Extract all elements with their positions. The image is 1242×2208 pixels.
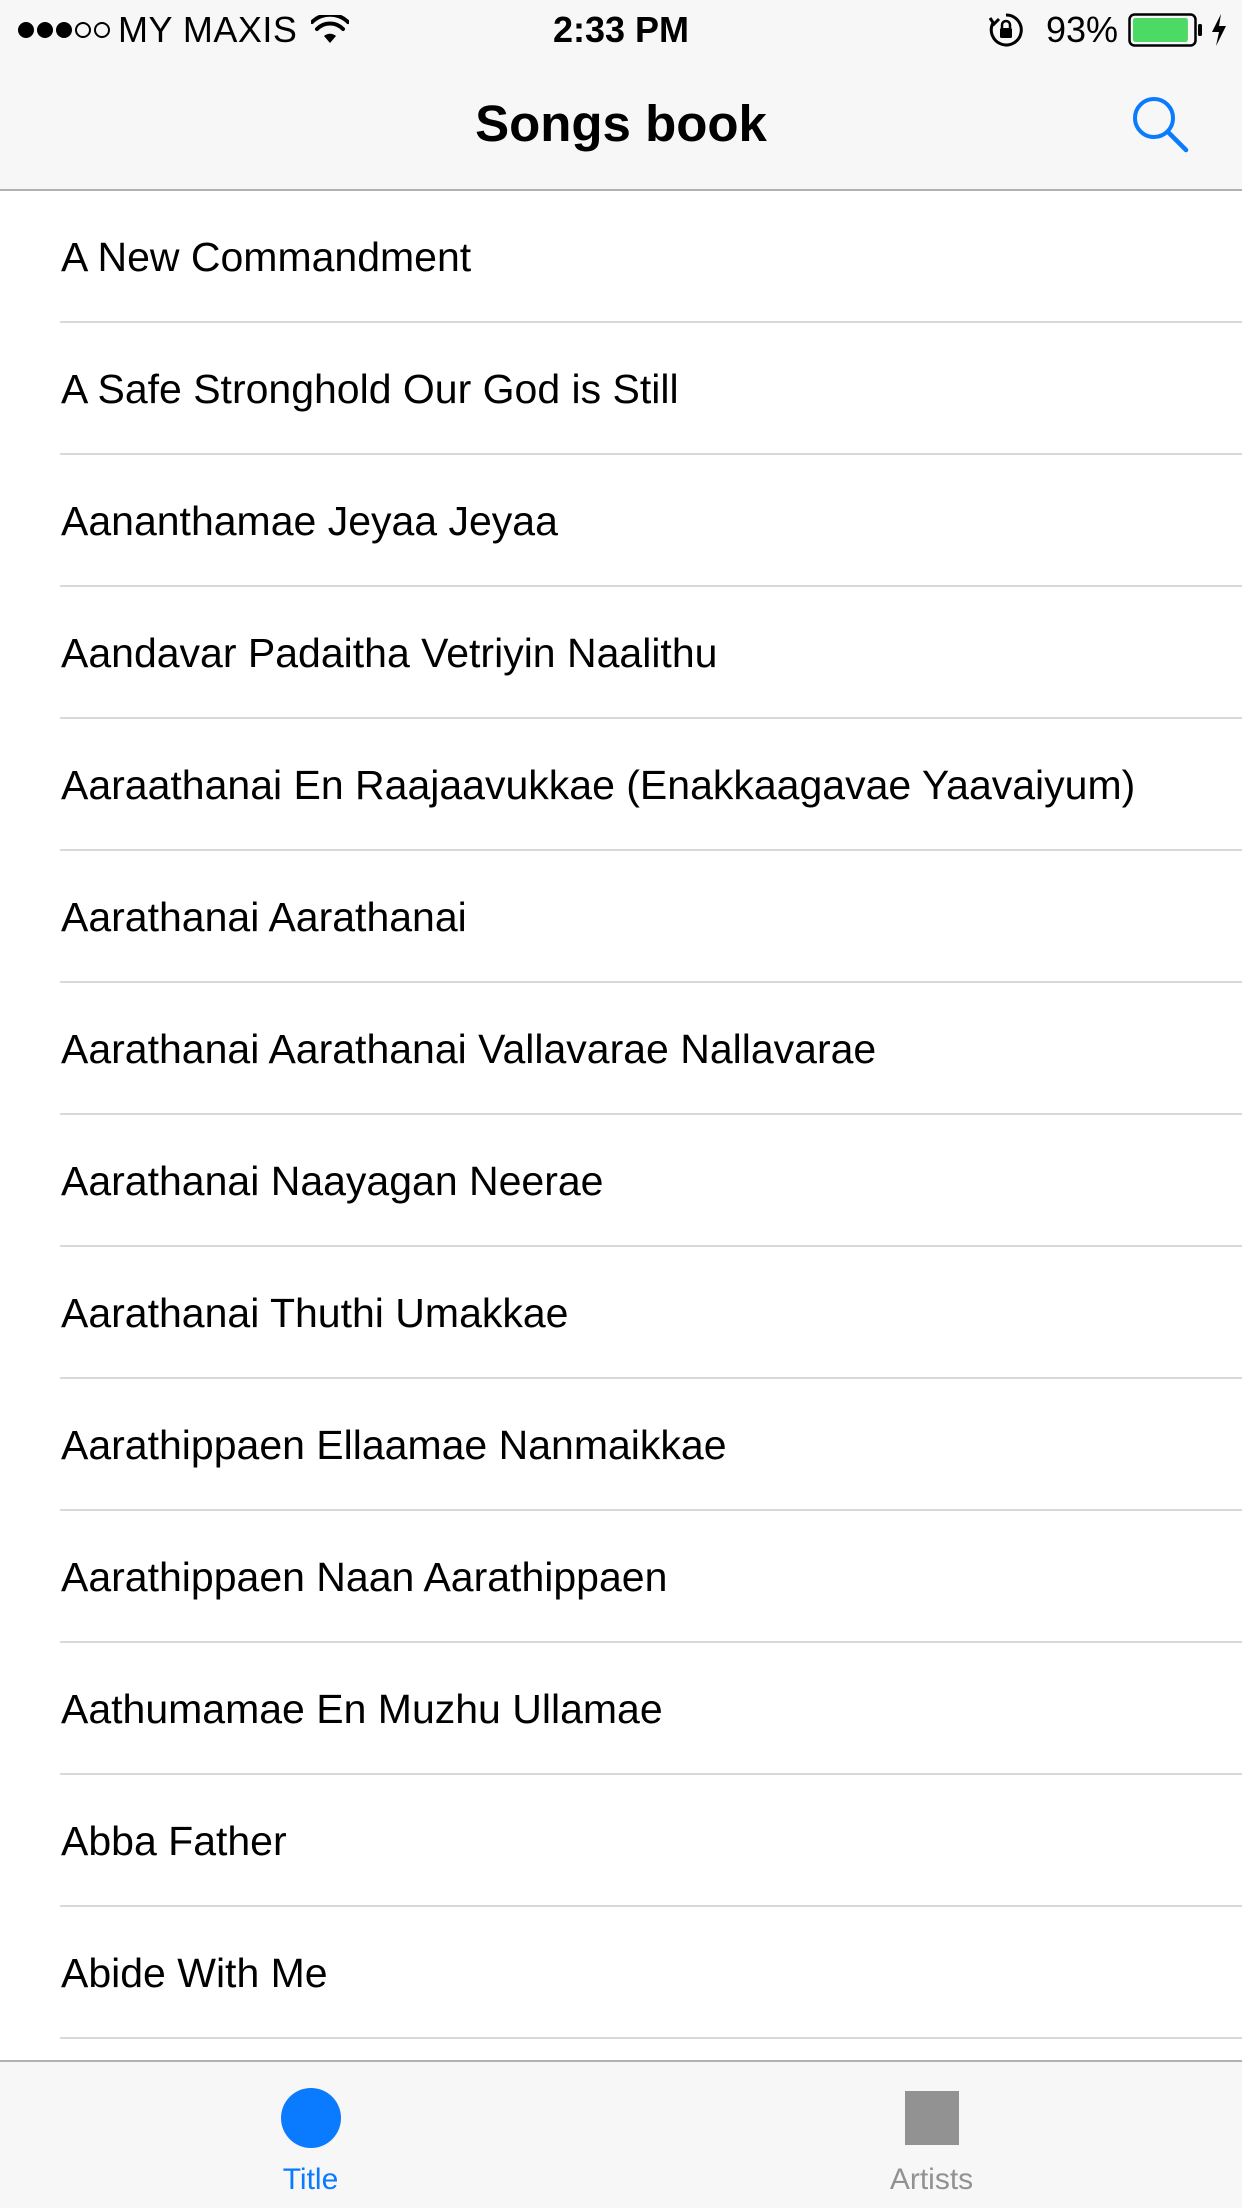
song-list-item[interactable]: Aarathanai Naayagan Neerae	[0, 1115, 1242, 1247]
song-title: Abba Father	[61, 1818, 287, 1864]
battery-icon	[1128, 13, 1202, 47]
tab-title[interactable]: Title	[0, 2062, 621, 2208]
page-title: Songs book	[475, 95, 767, 152]
navigation-bar: Songs book	[0, 60, 1242, 191]
song-list-item[interactable]: Aarathanai Thuthi Umakkae	[0, 1247, 1242, 1379]
song-title: Aarathippaen Ellaamae Nanmaikkae	[61, 1422, 727, 1468]
song-title: Aarathanai Aarathanai	[61, 894, 467, 940]
song-title: Abide With Me	[61, 1950, 328, 1996]
status-bar: MY MAXIS 2:33 PM 93%	[0, 0, 1242, 60]
square-icon	[904, 2091, 959, 2145]
status-right: 93%	[988, 8, 1228, 52]
search-icon	[1133, 97, 1189, 153]
battery-percent: 93%	[1045, 9, 1118, 50]
song-title: Aarathanai Thuthi Umakkae	[61, 1290, 569, 1336]
song-list-item[interactable]: Aarathanai Aarathanai Vallavarae Nallava…	[0, 983, 1242, 1115]
song-list-item[interactable]: Abba Father	[0, 1775, 1242, 1907]
charging-bolt-icon	[1212, 14, 1226, 46]
song-list-item[interactable]: A Safe Stronghold Our God is Still	[0, 323, 1242, 455]
song-list-item[interactable]: A New Commandment	[0, 191, 1242, 323]
song-list-item[interactable]: Aarathippaen Ellaamae Nanmaikkae	[0, 1379, 1242, 1511]
song-list-item[interactable]: Aandavar Padaitha Vetriyin Naalithu	[0, 587, 1242, 719]
song-title: Aarathanai Aarathanai Vallavarae Nallava…	[61, 1026, 877, 1072]
song-list-item[interactable]: Abide With Me	[0, 1907, 1242, 2039]
song-list-item[interactable]: Aarathanai Aarathanai	[0, 851, 1242, 983]
circle-icon	[280, 2088, 341, 2148]
tab-artists[interactable]: Artists	[621, 2062, 1242, 2208]
tab-bar: Title Artists	[0, 2060, 1242, 2208]
song-title: Aarathippaen Naan Aarathippaen	[61, 1554, 668, 1600]
tab-artists-icon-wrap	[902, 2088, 962, 2148]
tab-title-label: Title	[282, 2163, 339, 2196]
song-list-item[interactable]: Aaraathanai En Raajaavukkae (Enakkaagava…	[0, 719, 1242, 851]
song-title: A Safe Stronghold Our God is Still	[61, 366, 679, 412]
song-title: Aaraathanai En Raajaavukkae (Enakkaagava…	[61, 762, 1136, 808]
song-title: Aandavar Padaitha Vetriyin Naalithu	[61, 630, 718, 676]
song-title: Aananthamae Jeyaa Jeyaa	[61, 498, 558, 544]
song-title: Aathumamae En Muzhu Ullamae	[61, 1686, 663, 1732]
song-list-item[interactable]: Aathumamae En Muzhu Ullamae	[0, 1643, 1242, 1775]
song-title: A New Commandment	[61, 234, 472, 280]
song-list-item[interactable]: Aarathippaen Naan Aarathippaen	[0, 1511, 1242, 1643]
song-list: A New Commandment A Safe Stronghold Our G…	[0, 191, 1242, 2039]
tab-title-icon-wrap	[280, 2088, 341, 2148]
search-button[interactable]	[1128, 92, 1192, 156]
tab-artists-label: Artists	[889, 2163, 974, 2196]
orientation-lock-icon	[988, 13, 1023, 47]
song-title: Aarathanai Naayagan Neerae	[61, 1158, 604, 1204]
song-list-item[interactable]: Aananthamae Jeyaa Jeyaa	[0, 455, 1242, 587]
